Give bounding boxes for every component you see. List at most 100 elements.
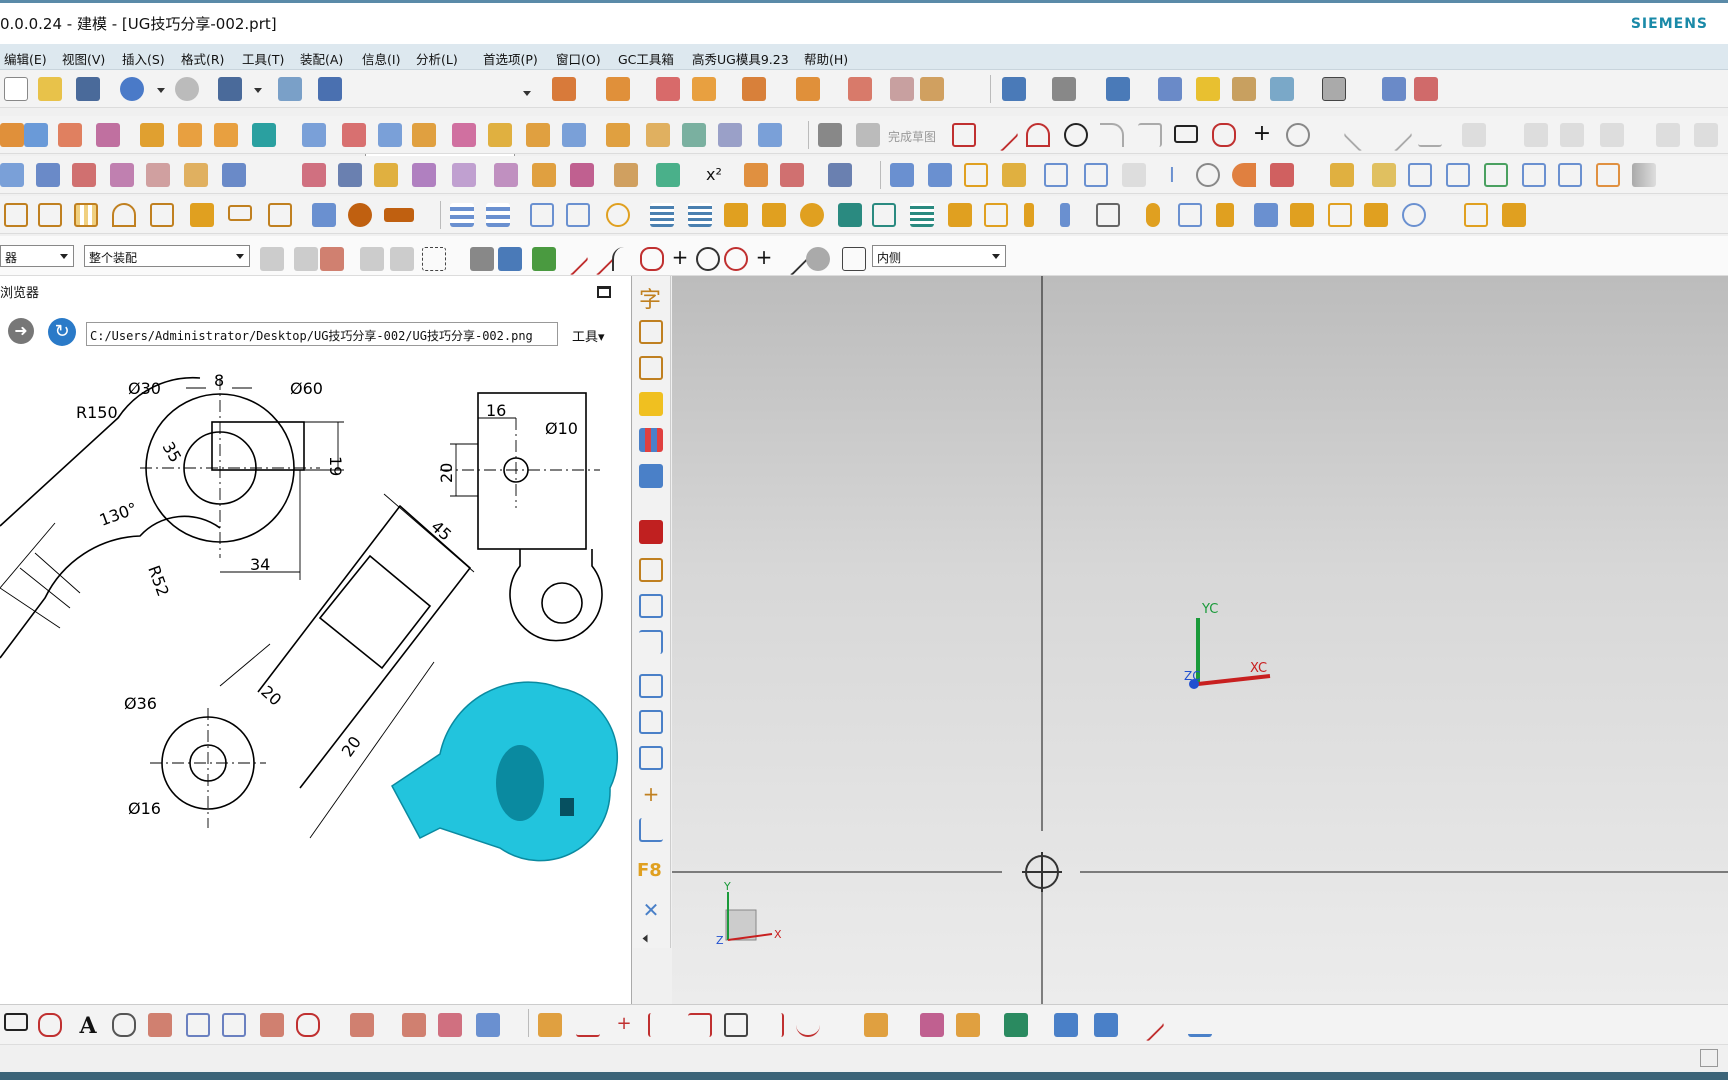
snap-point-icon[interactable] xyxy=(532,247,556,271)
remove-select-icon[interactable] xyxy=(390,247,414,271)
wcs-icon[interactable] xyxy=(890,77,914,101)
wireframe-icon[interactable] xyxy=(1158,77,1182,101)
eraser-icon[interactable] xyxy=(639,674,663,698)
ejector-row-icon[interactable] xyxy=(384,208,414,222)
background-icon[interactable] xyxy=(1270,77,1294,101)
extend-sheet-icon[interactable] xyxy=(452,163,476,187)
maximize-icon[interactable] xyxy=(597,286,611,298)
swept-surface-icon[interactable] xyxy=(146,163,170,187)
intersection-icon[interactable]: + xyxy=(668,247,692,271)
menu-insert[interactable]: 插入(S) xyxy=(122,49,165,68)
block-insert-icon[interactable] xyxy=(948,203,972,227)
folder-icon[interactable] xyxy=(1372,163,1396,187)
dimension-line-icon[interactable] xyxy=(1131,1008,1165,1042)
graphics-window[interactable]: YC XC ZC Y X Z xyxy=(672,276,1728,1004)
mold-part-icon[interactable] xyxy=(4,203,28,227)
spring-icon[interactable] xyxy=(910,203,934,227)
line-icon[interactable] xyxy=(985,118,1019,152)
status-indicator-icon[interactable] xyxy=(1700,1049,1718,1067)
finish-sketch-label[interactable]: 完成草图 xyxy=(888,128,936,145)
measure-tool-icon[interactable] xyxy=(920,1013,944,1037)
chevron-down-icon[interactable] xyxy=(523,91,531,96)
ruler-tool-icon[interactable] xyxy=(1188,1013,1212,1037)
scope-select[interactable]: 整个装配 xyxy=(84,245,250,267)
brush-icon[interactable] xyxy=(639,464,663,488)
refresh-icon[interactable]: ↻ xyxy=(48,318,76,346)
stack-icon[interactable] xyxy=(1464,203,1488,227)
menu-gc-toolbox[interactable]: GC工具箱 xyxy=(618,49,674,68)
datum-axis-icon[interactable] xyxy=(928,163,952,187)
project-icon[interactable] xyxy=(148,1013,172,1037)
offset-surface-icon[interactable] xyxy=(494,163,518,187)
rectangle-icon[interactable] xyxy=(1174,125,1198,143)
array-icon[interactable] xyxy=(214,123,238,147)
menu-preferences[interactable]: 首选项(P) xyxy=(483,49,538,68)
color-icon[interactable] xyxy=(1196,77,1220,101)
open-file-icon[interactable] xyxy=(38,77,62,101)
capsule-icon[interactable] xyxy=(1146,203,1160,227)
through-curves-icon[interactable] xyxy=(72,163,96,187)
extract-icon[interactable] xyxy=(350,1013,374,1037)
revolve-icon[interactable] xyxy=(24,123,48,147)
law-extension-icon[interactable] xyxy=(614,163,638,187)
mass-icon[interactable] xyxy=(1196,163,1220,187)
datum-plane-icon[interactable] xyxy=(890,163,914,187)
bridge-curve-icon[interactable] xyxy=(222,1013,246,1037)
frame-tool-icon[interactable] xyxy=(639,558,663,582)
crosshair-icon[interactable] xyxy=(1022,852,1062,892)
constraint-icon[interactable] xyxy=(1656,123,1680,147)
menu-assembly[interactable]: 装配(A) xyxy=(300,49,343,68)
pillar-icon[interactable] xyxy=(1178,203,1202,227)
screenshot-icon[interactable] xyxy=(1558,163,1582,187)
layer-icon[interactable] xyxy=(742,77,766,101)
chevron-down-icon[interactable] xyxy=(254,88,262,93)
sketch-icon[interactable] xyxy=(818,123,842,147)
insert-icon[interactable] xyxy=(228,205,252,221)
cylinder-icon[interactable] xyxy=(342,123,366,147)
section-curve-icon[interactable] xyxy=(296,1013,320,1037)
clearance-icon[interactable] xyxy=(1270,163,1294,187)
arc-icon[interactable] xyxy=(1026,123,1050,147)
smooth-icon[interactable] xyxy=(796,1013,820,1037)
import-icon[interactable] xyxy=(1414,77,1438,101)
dimension-tool-icon[interactable] xyxy=(639,320,663,344)
type-filter-select[interactable]: 器 xyxy=(0,245,74,267)
sweep-icon[interactable] xyxy=(58,123,82,147)
box-wrap-icon[interactable] xyxy=(438,1013,462,1037)
folder-box-icon[interactable] xyxy=(1364,203,1388,227)
thicken-icon[interactable] xyxy=(682,123,706,147)
fillet-icon[interactable] xyxy=(1100,123,1124,147)
calculator-icon[interactable] xyxy=(1122,163,1146,187)
offset-curve-icon[interactable] xyxy=(1462,123,1486,147)
pin-icon[interactable] xyxy=(762,203,786,227)
bounded-plane-icon[interactable] xyxy=(222,163,246,187)
mirror-curve-icon[interactable] xyxy=(1524,123,1548,147)
grid-plate-icon[interactable] xyxy=(74,203,98,227)
y-bracket-icon[interactable] xyxy=(566,203,590,227)
finish-sketch-icon[interactable] xyxy=(856,123,880,147)
derived-line-icon[interactable] xyxy=(1600,123,1624,147)
emboss-icon[interactable] xyxy=(1084,163,1108,187)
menu-window[interactable]: 窗口(O) xyxy=(556,49,601,68)
hook-icon[interactable] xyxy=(1328,203,1352,227)
quadrant-point-icon[interactable] xyxy=(724,247,748,271)
view-rotate-icon[interactable] xyxy=(552,77,576,101)
diamond-alt-icon[interactable] xyxy=(1094,1013,1118,1037)
ruler-icon[interactable] xyxy=(639,746,663,770)
solid-select-icon[interactable] xyxy=(470,247,494,271)
runner-icon[interactable] xyxy=(312,203,336,227)
block-icon[interactable] xyxy=(302,123,326,147)
body-select-icon[interactable] xyxy=(498,247,522,271)
slider-icon[interactable] xyxy=(38,203,62,227)
patch-icon[interactable] xyxy=(338,163,362,187)
studio-surface-icon[interactable] xyxy=(184,163,208,187)
electrode-icon[interactable] xyxy=(1096,203,1120,227)
point-icon[interactable]: + xyxy=(1250,123,1274,147)
frame-icon[interactable] xyxy=(984,203,1008,227)
point-tool-icon[interactable] xyxy=(864,1013,888,1037)
pattern-curve-icon[interactable] xyxy=(1560,123,1584,147)
chevron-down-icon[interactable] xyxy=(157,88,165,93)
measure-icon[interactable]: I xyxy=(1160,163,1184,187)
profile-icon[interactable] xyxy=(952,123,976,147)
point-set-icon[interactable] xyxy=(1002,163,1026,187)
